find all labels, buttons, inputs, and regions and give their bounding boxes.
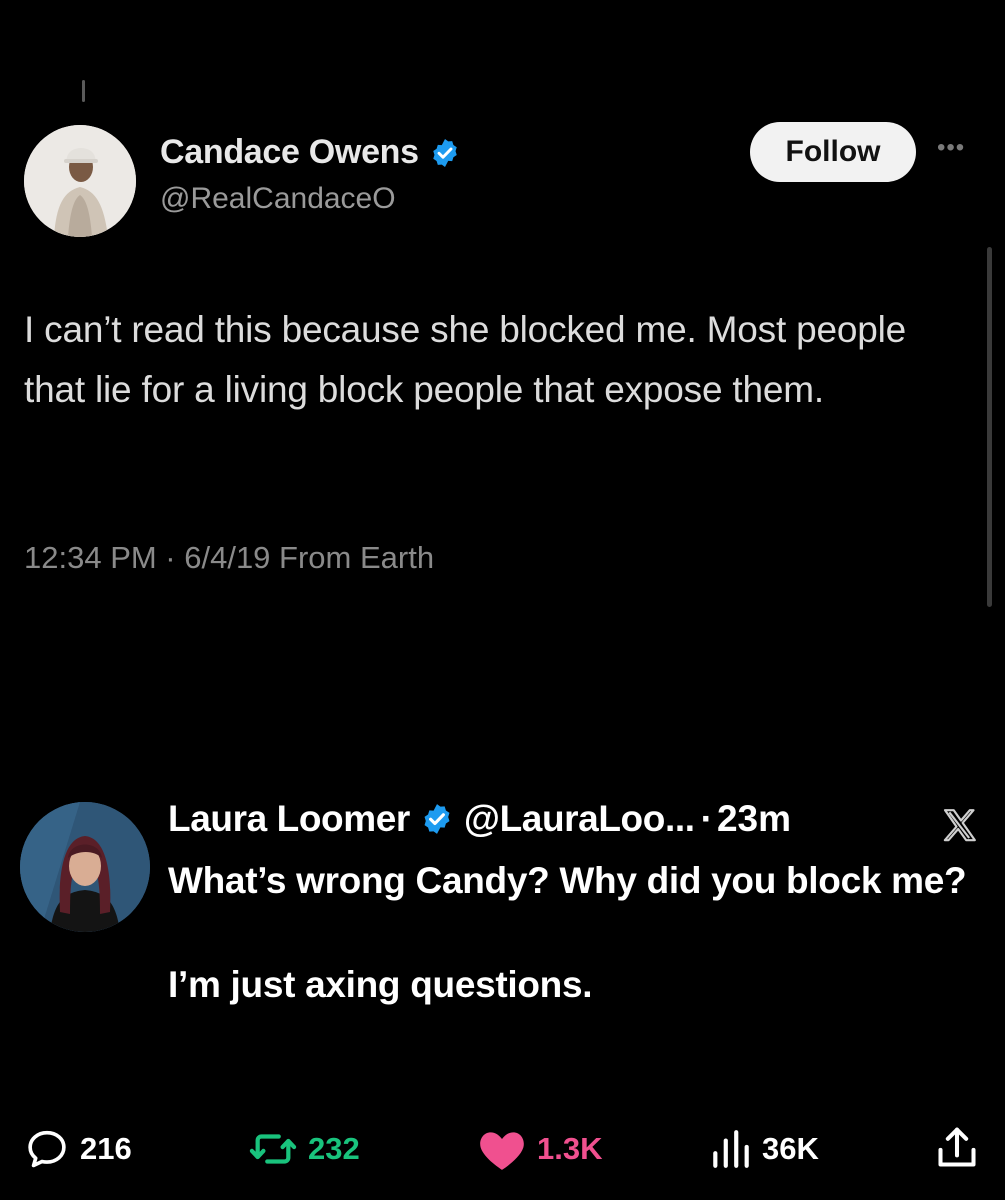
action-bar: 216 232 1.3K 36K	[0, 1120, 1005, 1180]
tweet-time[interactable]: 23m	[717, 798, 791, 840]
separator: ·	[700, 798, 713, 839]
avatar-image-icon	[20, 802, 150, 932]
repost-count: 232	[308, 1131, 360, 1166]
repost-button[interactable]: 232	[248, 1126, 360, 1172]
author-name[interactable]: Candace Owens	[160, 133, 419, 172]
like-button[interactable]: 1.3K	[477, 1126, 602, 1172]
author-handle[interactable]: @RealCandaceO	[160, 182, 396, 216]
share-icon	[938, 1127, 976, 1167]
reply-icon	[28, 1130, 66, 1168]
scroll-indicator	[82, 80, 85, 102]
repost-icon	[249, 1134, 297, 1164]
more-options-icon[interactable]: •••	[937, 134, 965, 162]
reply-text-line: I’m just axing questions.	[168, 964, 593, 1005]
scrollbar[interactable]	[987, 247, 992, 607]
follow-button[interactable]: Follow	[750, 122, 916, 182]
author-handle[interactable]: @LauraLoo...	[464, 798, 695, 840]
like-count: 1.3K	[537, 1131, 603, 1166]
avatar-image-icon	[24, 125, 136, 237]
verified-badge-icon	[424, 804, 450, 834]
avatar[interactable]	[20, 802, 150, 932]
share-button[interactable]	[935, 1124, 979, 1172]
tweet-text: I can’t read this because she blocked me…	[24, 309, 907, 410]
x-logo-icon[interactable]	[940, 806, 980, 846]
reply-text-line: What’s wrong Candy? Why did you block me…	[168, 860, 967, 901]
reply-button[interactable]: 216	[24, 1126, 132, 1172]
view-count: 36K	[762, 1131, 819, 1166]
author-row: Candace Owens	[160, 133, 461, 172]
tweet-timestamp: 12:34 PM · 6/4/19 From Earth	[24, 540, 435, 575]
analytics-icon	[713, 1130, 749, 1168]
avatar[interactable]	[24, 125, 136, 237]
reply-text: What’s wrong Candy? Why did you block me…	[168, 855, 968, 1011]
reply-count: 216	[80, 1131, 132, 1166]
reply-header: Laura Loomer @LauraLoo... · 23m	[168, 798, 791, 840]
views-button[interactable]: 36K	[710, 1126, 819, 1172]
verified-badge-icon	[433, 138, 457, 167]
heart-icon	[480, 1132, 524, 1170]
author-name[interactable]: Laura Loomer	[168, 798, 410, 840]
